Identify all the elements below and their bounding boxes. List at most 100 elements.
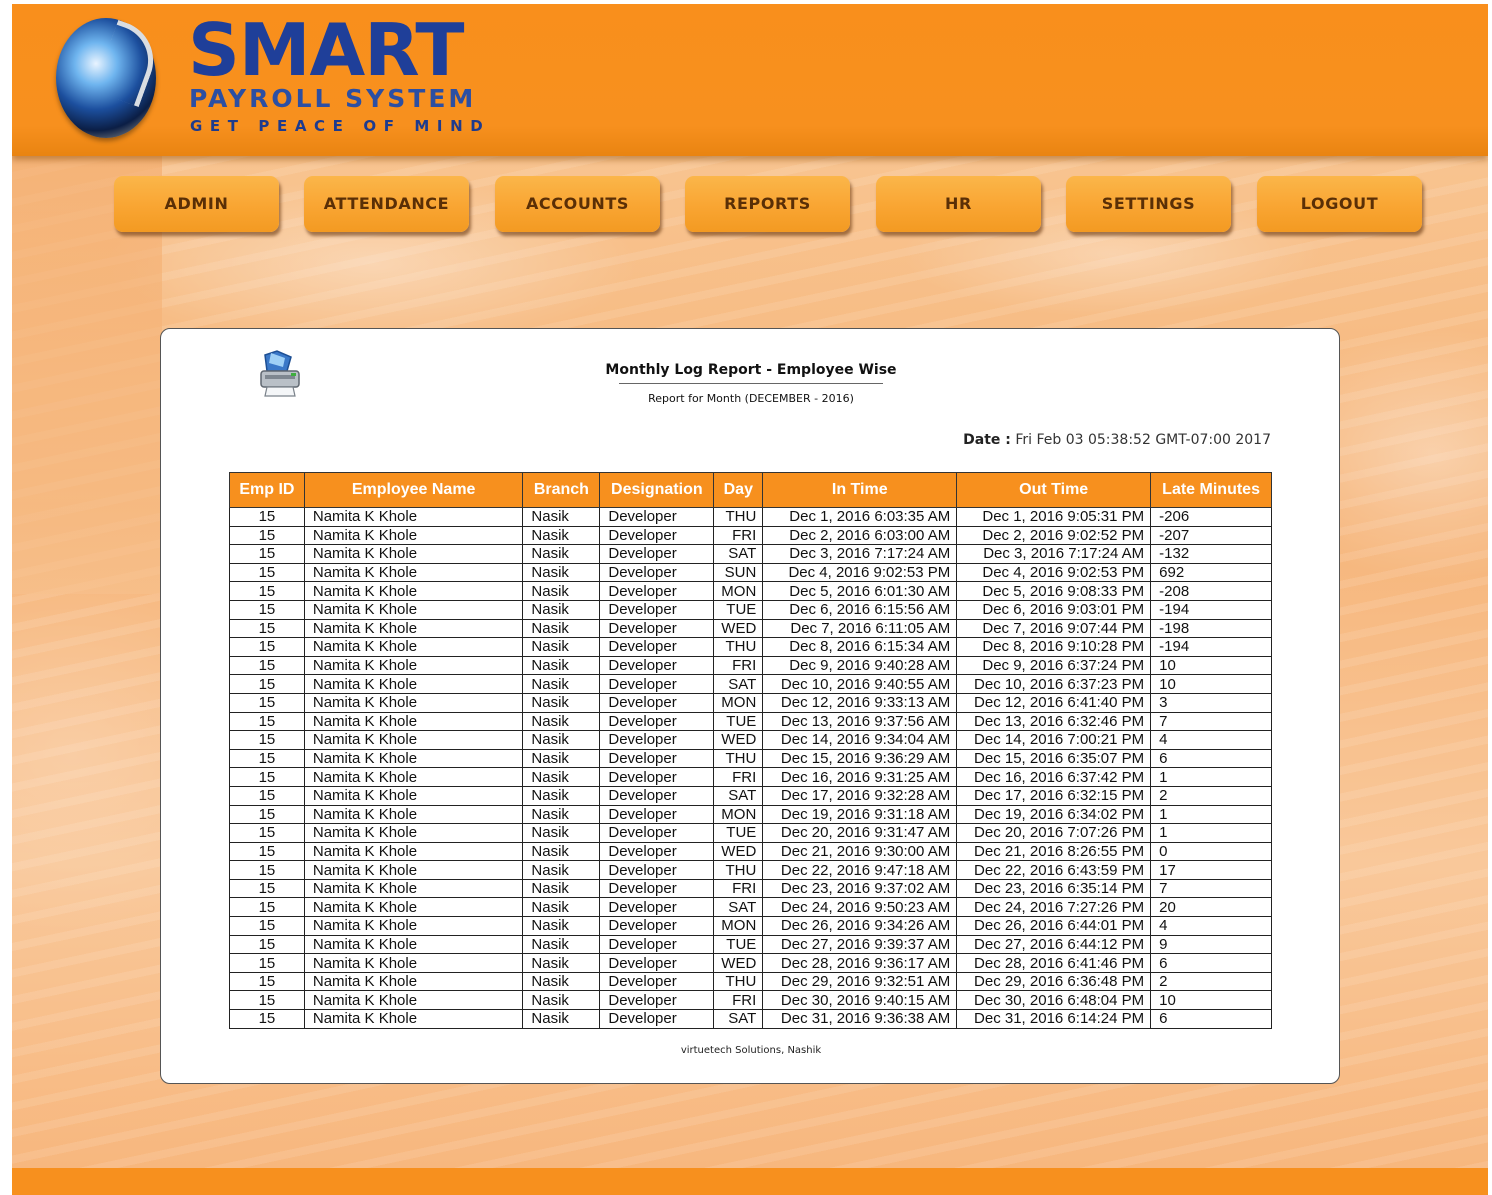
in-time-cell: Dec 27, 2016 9:39:37 AM: [762, 934, 958, 955]
late-minutes-cell: 7: [1150, 878, 1272, 899]
in-time-cell: Dec 26, 2016 9:34:26 AM: [762, 916, 958, 936]
table-row: 15 Namita K Khole Nasik Developer WED Dec 21,…: [229, 841, 1272, 862]
emp-id-cell: 15: [229, 953, 305, 973]
day-cell: FRI: [713, 655, 764, 676]
out-time-cell: Dec 1, 2016 9:05:31 PM: [956, 507, 1152, 527]
in-time-cell: Dec 17, 2016 9:32:28 AM: [762, 785, 958, 806]
late-minutes-cell: 10: [1150, 990, 1272, 1011]
branch-cell: Nasik: [522, 860, 601, 880]
day-cell: WED: [713, 730, 764, 750]
day-cell: THU: [713, 748, 764, 769]
late-minutes-cell: 17: [1150, 860, 1272, 880]
table-row: 15 Namita K Khole Nasik Developer SAT Dec 31,…: [229, 1009, 1272, 1029]
table-row: 15 Namita K Khole Nasik Developer MON Dec 19,…: [229, 804, 1272, 825]
table-row: 15 Namita K Khole Nasik Developer MON Dec 26,…: [229, 916, 1272, 936]
out-time-cell: Dec 20, 2016 7:07:26 PM: [956, 823, 1152, 843]
nav-settings-button[interactable]: SETTINGS: [1066, 176, 1231, 232]
table-row: 15 Namita K Khole Nasik Developer FRI Dec 9, …: [229, 655, 1272, 676]
designation-cell: Developer: [599, 692, 715, 713]
out-time-cell: Dec 21, 2016 8:26:55 PM: [956, 841, 1152, 862]
emp-id-cell: 15: [229, 767, 305, 787]
designation-cell: Developer: [599, 655, 715, 676]
emp-id-cell: 15: [229, 971, 305, 992]
day-cell: WED: [713, 841, 764, 862]
emp-id-cell: 15: [229, 748, 305, 769]
out-time-cell: Dec 3, 2016 7:17:24 AM: [956, 544, 1152, 564]
in-time-cell: Dec 22, 2016 9:47:18 AM: [762, 860, 958, 880]
in-time-cell: Dec 9, 2016 9:40:28 AM: [762, 655, 958, 676]
day-cell: TUE: [713, 599, 764, 620]
out-time-cell: Dec 9, 2016 6:37:24 PM: [956, 655, 1152, 676]
column-header-designation: Designation: [599, 472, 715, 508]
column-header-out-time: Out Time: [956, 472, 1152, 508]
column-header-employee-name: Employee Name: [303, 472, 524, 508]
nav-attendance-button[interactable]: ATTENDANCE: [304, 176, 469, 232]
out-time-cell: Dec 4, 2016 9:02:53 PM: [956, 562, 1152, 583]
employee-name-cell: Namita K Khole: [303, 525, 524, 546]
out-time-cell: Dec 10, 2016 6:37:23 PM: [956, 674, 1152, 694]
in-time-cell: Dec 31, 2016 9:36:38 AM: [762, 1009, 958, 1029]
branch-cell: Nasik: [522, 655, 601, 676]
designation-cell: Developer: [599, 730, 715, 750]
nav-admin-button[interactable]: ADMIN: [114, 176, 279, 232]
day-cell: SAT: [713, 897, 764, 918]
employee-name-cell: Namita K Khole: [303, 711, 524, 732]
branch-cell: Nasik: [522, 953, 601, 973]
employee-name-cell: Namita K Khole: [303, 544, 524, 564]
branch-cell: Nasik: [522, 748, 601, 769]
employee-name-cell: Namita K Khole: [303, 692, 524, 713]
late-minutes-cell: 10: [1150, 674, 1272, 694]
nav-hr-button[interactable]: HR: [876, 176, 1041, 232]
employee-name-cell: Namita K Khole: [303, 767, 524, 787]
designation-cell: Developer: [599, 860, 715, 880]
branch-cell: Nasik: [522, 767, 601, 787]
out-time-cell: Dec 31, 2016 6:14:24 PM: [956, 1009, 1152, 1029]
out-time-cell: Dec 16, 2016 6:37:42 PM: [956, 767, 1152, 787]
in-time-cell: Dec 16, 2016 9:31:25 AM: [762, 767, 958, 787]
branch-cell: Nasik: [522, 562, 601, 583]
column-header-branch: Branch: [522, 472, 601, 508]
emp-id-cell: 15: [229, 823, 305, 843]
in-time-cell: Dec 2, 2016 6:03:00 AM: [762, 525, 958, 546]
late-minutes-cell: -198: [1150, 618, 1272, 639]
day-cell: TUE: [713, 711, 764, 732]
in-time-cell: Dec 19, 2016 9:31:18 AM: [762, 804, 958, 825]
day-cell: SAT: [713, 1009, 764, 1029]
logo-globe-icon: [56, 18, 156, 138]
table-row: 15 Namita K Khole Nasik Developer THU Dec 22,…: [229, 860, 1272, 880]
out-time-cell: Dec 27, 2016 6:44:12 PM: [956, 934, 1152, 955]
table-row: 15 Namita K Khole Nasik Developer FRI Dec 2, …: [229, 525, 1272, 546]
nav-logout-button[interactable]: LOGOUT: [1257, 176, 1422, 232]
nav-reports-button[interactable]: REPORTS: [685, 176, 850, 232]
late-minutes-cell: -208: [1150, 581, 1272, 601]
designation-cell: Developer: [599, 1009, 715, 1029]
late-minutes-cell: -206: [1150, 507, 1272, 527]
in-time-cell: Dec 8, 2016 6:15:34 AM: [762, 637, 958, 657]
report-title: Monthly Log Report - Employee Wise: [605, 362, 897, 378]
header-banner: SMART PAYROLL SYSTEM GET PEACE OF MIND: [12, 4, 1488, 156]
nav-accounts-button[interactable]: ACCOUNTS: [495, 176, 660, 232]
branch-cell: Nasik: [522, 618, 601, 639]
out-time-cell: Dec 8, 2016 9:10:28 PM: [956, 637, 1152, 657]
table-row: 15 Namita K Khole Nasik Developer THU Dec 8, …: [229, 637, 1272, 657]
day-cell: MON: [713, 692, 764, 713]
emp-id-cell: 15: [229, 730, 305, 750]
branch-cell: Nasik: [522, 581, 601, 601]
out-time-cell: Dec 26, 2016 6:44:01 PM: [956, 916, 1152, 936]
emp-id-cell: 15: [229, 655, 305, 676]
designation-cell: Developer: [599, 916, 715, 936]
table-row: 15 Namita K Khole Nasik Developer FRI Dec 16,…: [229, 767, 1272, 787]
out-time-cell: Dec 28, 2016 6:41:46 PM: [956, 953, 1152, 973]
day-cell: FRI: [713, 767, 764, 787]
in-time-cell: Dec 14, 2016 9:34:04 AM: [762, 730, 958, 750]
late-minutes-cell: 1: [1150, 823, 1272, 843]
designation-cell: Developer: [599, 507, 715, 527]
table-row: 15 Namita K Khole Nasik Developer SUN Dec 4, …: [229, 562, 1272, 583]
day-cell: SAT: [713, 544, 764, 564]
employee-name-cell: Namita K Khole: [303, 897, 524, 918]
emp-id-cell: 15: [229, 785, 305, 806]
page-frame: SMART PAYROLL SYSTEM GET PEACE OF MIND A…: [12, 4, 1488, 1195]
column-header-late-minutes: Late Minutes: [1150, 472, 1272, 508]
out-time-cell: Dec 7, 2016 9:07:44 PM: [956, 618, 1152, 639]
employee-name-cell: Namita K Khole: [303, 823, 524, 843]
